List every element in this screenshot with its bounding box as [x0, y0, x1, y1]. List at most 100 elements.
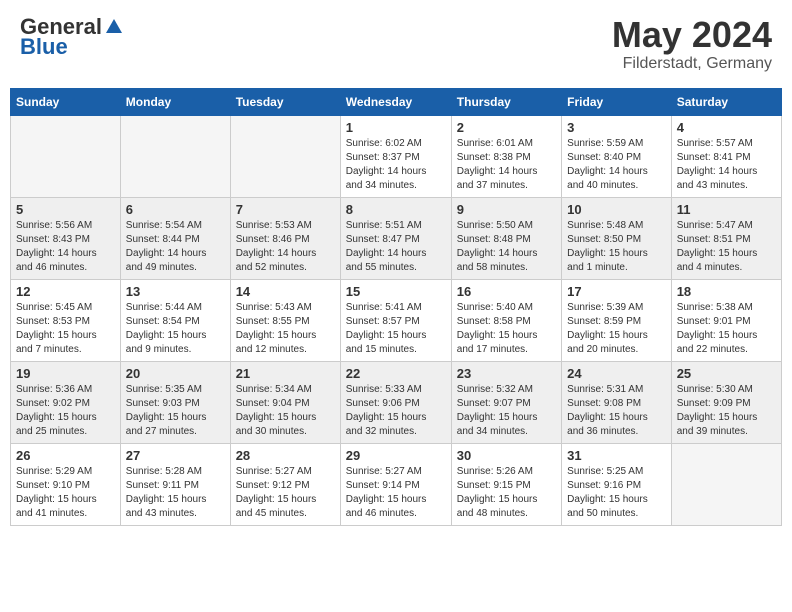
- day-info: Sunrise: 5:35 AM Sunset: 9:03 PM Dayligh…: [126, 383, 225, 439]
- day-info: Sunrise: 5:25 AM Sunset: 9:16 PM Dayligh…: [567, 465, 666, 521]
- calendar-cell: 30Sunrise: 5:26 AM Sunset: 9:15 PM Dayli…: [451, 443, 561, 525]
- calendar-cell: 23 Sunrise: 5:32 AM Sunset: 9:07 PM Dayli…: [451, 361, 561, 443]
- day-info: Sunrise: 5:40 AM Sunset: 8:58 PM Dayligh…: [457, 301, 556, 357]
- day-number: 29: [346, 448, 446, 463]
- calendar-cell: 2 Sunrise: 6:01 AM Sunset: 8:38 PM Daylig…: [451, 115, 561, 197]
- day-number: 14: [236, 284, 335, 299]
- day-number: 1: [346, 120, 446, 135]
- day-number: 5: [16, 202, 115, 217]
- calendar-cell: [671, 443, 781, 525]
- day-number: 12: [16, 284, 115, 299]
- calendar-cell: 22 Sunrise: 5:33 AM Sunset: 9:06 PM Dayli…: [340, 361, 451, 443]
- calendar-cell: 14 Sunrise: 5:43 AM Sunset: 8:55 PM Dayli…: [230, 279, 340, 361]
- day-number: 22: [346, 366, 446, 381]
- day-info: Sunrise: 5:26 AM Sunset: 9:15 PM Dayligh…: [457, 465, 556, 521]
- calendar-cell: [120, 115, 230, 197]
- day-number: 8: [346, 202, 446, 217]
- logo: General Blue: [20, 15, 124, 59]
- day-info: Sunrise: 5:57 AM Sunset: 8:41 PM Dayligh…: [677, 137, 776, 193]
- calendar-cell: 3 Sunrise: 5:59 AM Sunset: 8:40 PM Daylig…: [562, 115, 672, 197]
- day-info: Sunrise: 5:56 AM Sunset: 8:43 PM Dayligh…: [16, 219, 115, 275]
- day-info: Sunrise: 5:48 AM Sunset: 8:50 PM Dayligh…: [567, 219, 666, 275]
- calendar-cell: 11 Sunrise: 5:47 AM Sunset: 8:51 PM Dayli…: [671, 197, 781, 279]
- calendar-cell: 12 Sunrise: 5:45 AM Sunset: 8:53 PM Dayli…: [11, 279, 121, 361]
- calendar-cell: 28 Sunrise: 5:27 AM Sunset: 9:12 PM Dayli…: [230, 443, 340, 525]
- calendar-cell: 16 Sunrise: 5:40 AM Sunset: 8:58 PM Dayli…: [451, 279, 561, 361]
- day-info: Sunrise: 5:27 AM Sunset: 9:14 PM Dayligh…: [346, 465, 446, 521]
- week-row-5: 26Sunrise: 5:29 AM Sunset: 9:10 PM Dayli…: [11, 443, 782, 525]
- calendar-cell: 7Sunrise: 5:53 AM Sunset: 8:46 PM Daylig…: [230, 197, 340, 279]
- title-block: May 2024 Filderstadt, Germany: [612, 15, 772, 73]
- calendar-cell: 19 Sunrise: 5:36 AM Sunset: 9:02 PM Dayli…: [11, 361, 121, 443]
- day-number: 18: [677, 284, 776, 299]
- day-number: 31: [567, 448, 666, 463]
- day-info: Sunrise: 5:47 AM Sunset: 8:51 PM Dayligh…: [677, 219, 776, 275]
- month-title: May 2024: [612, 15, 772, 55]
- day-number: 3: [567, 120, 666, 135]
- day-header-friday: Friday: [562, 88, 672, 115]
- calendar-cell: 18Sunrise: 5:38 AM Sunset: 9:01 PM Dayli…: [671, 279, 781, 361]
- calendar-cell: 9 Sunrise: 5:50 AM Sunset: 8:48 PM Daylig…: [451, 197, 561, 279]
- calendar-cell: 29 Sunrise: 5:27 AM Sunset: 9:14 PM Dayli…: [340, 443, 451, 525]
- calendar-cell: 15Sunrise: 5:41 AM Sunset: 8:57 PM Dayli…: [340, 279, 451, 361]
- day-info: Sunrise: 5:51 AM Sunset: 8:47 PM Dayligh…: [346, 219, 446, 275]
- day-info: Sunrise: 5:59 AM Sunset: 8:40 PM Dayligh…: [567, 137, 666, 193]
- calendar-cell: 5 Sunrise: 5:56 AM Sunset: 8:43 PM Daylig…: [11, 197, 121, 279]
- day-number: 17: [567, 284, 666, 299]
- calendar-cell: 24Sunrise: 5:31 AM Sunset: 9:08 PM Dayli…: [562, 361, 672, 443]
- week-row-2: 5 Sunrise: 5:56 AM Sunset: 8:43 PM Daylig…: [11, 197, 782, 279]
- day-header-saturday: Saturday: [671, 88, 781, 115]
- day-info: Sunrise: 5:43 AM Sunset: 8:55 PM Dayligh…: [236, 301, 335, 357]
- calendar-header: SundayMondayTuesdayWednesdayThursdayFrid…: [11, 88, 782, 115]
- calendar-cell: 21Sunrise: 5:34 AM Sunset: 9:04 PM Dayli…: [230, 361, 340, 443]
- day-number: 19: [16, 366, 115, 381]
- day-number: 9: [457, 202, 556, 217]
- calendar-cell: 27Sunrise: 5:28 AM Sunset: 9:11 PM Dayli…: [120, 443, 230, 525]
- calendar-cell: 13Sunrise: 5:44 AM Sunset: 8:54 PM Dayli…: [120, 279, 230, 361]
- calendar-cell: 17 Sunrise: 5:39 AM Sunset: 8:59 PM Dayli…: [562, 279, 672, 361]
- day-info: Sunrise: 5:53 AM Sunset: 8:46 PM Dayligh…: [236, 219, 335, 275]
- day-number: 27: [126, 448, 225, 463]
- day-info: Sunrise: 5:27 AM Sunset: 9:12 PM Dayligh…: [236, 465, 335, 521]
- day-info: Sunrise: 5:50 AM Sunset: 8:48 PM Dayligh…: [457, 219, 556, 275]
- day-number: 11: [677, 202, 776, 217]
- day-number: 28: [236, 448, 335, 463]
- day-info: Sunrise: 5:32 AM Sunset: 9:07 PM Dayligh…: [457, 383, 556, 439]
- calendar-cell: 4Sunrise: 5:57 AM Sunset: 8:41 PM Daylig…: [671, 115, 781, 197]
- day-header-thursday: Thursday: [451, 88, 561, 115]
- day-number: 2: [457, 120, 556, 135]
- calendar-cell: [11, 115, 121, 197]
- day-header-wednesday: Wednesday: [340, 88, 451, 115]
- calendar-body: 1 Sunrise: 6:02 AM Sunset: 8:37 PM Daylig…: [11, 115, 782, 525]
- day-info: Sunrise: 5:30 AM Sunset: 9:09 PM Dayligh…: [677, 383, 776, 439]
- day-number: 16: [457, 284, 556, 299]
- calendar-table: SundayMondayTuesdayWednesdayThursdayFrid…: [10, 88, 782, 526]
- day-info: Sunrise: 5:44 AM Sunset: 8:54 PM Dayligh…: [126, 301, 225, 357]
- day-info: Sunrise: 5:34 AM Sunset: 9:04 PM Dayligh…: [236, 383, 335, 439]
- calendar-cell: 31 Sunrise: 5:25 AM Sunset: 9:16 PM Dayli…: [562, 443, 672, 525]
- day-info: Sunrise: 5:54 AM Sunset: 8:44 PM Dayligh…: [126, 219, 225, 275]
- calendar-cell: 1 Sunrise: 6:02 AM Sunset: 8:37 PM Daylig…: [340, 115, 451, 197]
- day-info: Sunrise: 5:39 AM Sunset: 8:59 PM Dayligh…: [567, 301, 666, 357]
- calendar-cell: 6 Sunrise: 5:54 AM Sunset: 8:44 PM Daylig…: [120, 197, 230, 279]
- week-row-4: 19 Sunrise: 5:36 AM Sunset: 9:02 PM Dayli…: [11, 361, 782, 443]
- day-number: 20: [126, 366, 225, 381]
- day-header-monday: Monday: [120, 88, 230, 115]
- logo-icon: [104, 17, 124, 37]
- header-row: SundayMondayTuesdayWednesdayThursdayFrid…: [11, 88, 782, 115]
- day-number: 15: [346, 284, 446, 299]
- calendar-cell: 8 Sunrise: 5:51 AM Sunset: 8:47 PM Daylig…: [340, 197, 451, 279]
- day-number: 6: [126, 202, 225, 217]
- day-info: Sunrise: 5:45 AM Sunset: 8:53 PM Dayligh…: [16, 301, 115, 357]
- page-header: General Blue May 2024 Filderstadt, Germa…: [10, 10, 782, 78]
- calendar-cell: 25Sunrise: 5:30 AM Sunset: 9:09 PM Dayli…: [671, 361, 781, 443]
- location: Filderstadt, Germany: [612, 55, 772, 73]
- day-info: Sunrise: 6:01 AM Sunset: 8:38 PM Dayligh…: [457, 137, 556, 193]
- day-info: Sunrise: 5:29 AM Sunset: 9:10 PM Dayligh…: [16, 465, 115, 521]
- day-number: 23: [457, 366, 556, 381]
- calendar-cell: 10Sunrise: 5:48 AM Sunset: 8:50 PM Dayli…: [562, 197, 672, 279]
- day-info: Sunrise: 5:33 AM Sunset: 9:06 PM Dayligh…: [346, 383, 446, 439]
- day-number: 24: [567, 366, 666, 381]
- day-info: Sunrise: 5:36 AM Sunset: 9:02 PM Dayligh…: [16, 383, 115, 439]
- day-info: Sunrise: 6:02 AM Sunset: 8:37 PM Dayligh…: [346, 137, 446, 193]
